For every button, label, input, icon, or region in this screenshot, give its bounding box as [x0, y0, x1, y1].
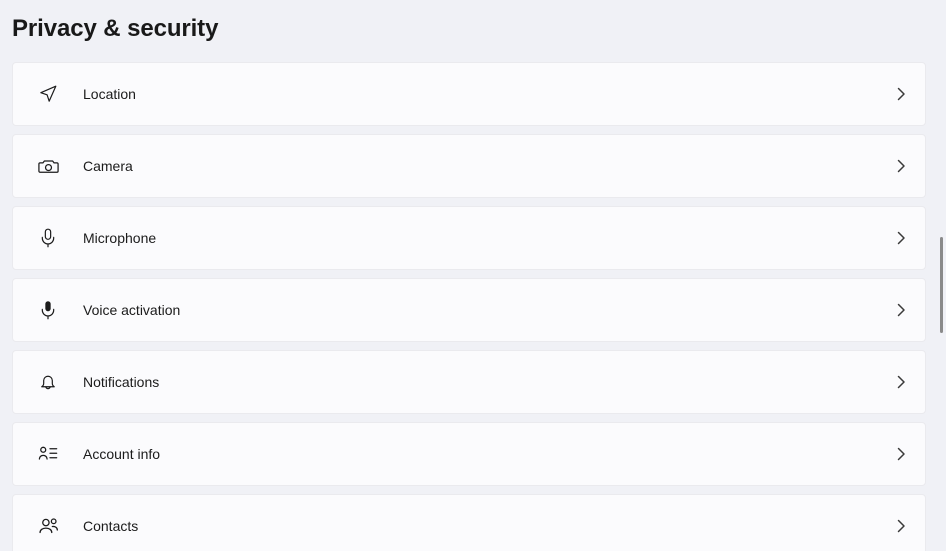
- setting-item-label: Camera: [83, 158, 133, 174]
- setting-item-account-info[interactable]: Account info: [12, 422, 926, 486]
- voice-activation-icon: [30, 292, 66, 328]
- chevron-right-icon[interactable]: [893, 230, 909, 246]
- chevron-right-icon[interactable]: [893, 302, 909, 318]
- microphone-icon: [30, 220, 66, 256]
- camera-icon: [30, 148, 66, 184]
- setting-item-location[interactable]: Location: [12, 62, 926, 126]
- setting-item-contacts[interactable]: Contacts: [12, 494, 926, 551]
- setting-item-camera[interactable]: Camera: [12, 134, 926, 198]
- setting-item-microphone[interactable]: Microphone: [12, 206, 926, 270]
- chevron-right-icon[interactable]: [893, 446, 909, 462]
- setting-item-label: Microphone: [83, 230, 157, 246]
- setting-item-label: Voice activation: [83, 302, 181, 318]
- bell-icon: [30, 364, 66, 400]
- location-arrow-icon: [30, 76, 66, 112]
- settings-list: Location Camera Microphone Voice activat…: [0, 62, 946, 551]
- setting-item-label: Account info: [83, 446, 161, 462]
- contacts-icon: [30, 508, 66, 544]
- setting-item-voice-activation[interactable]: Voice activation: [12, 278, 926, 342]
- page-title: Privacy & security: [12, 15, 219, 42]
- scrollbar-thumb[interactable]: [940, 237, 943, 333]
- setting-item-label: Location: [83, 86, 136, 102]
- chevron-right-icon[interactable]: [893, 518, 909, 534]
- chevron-right-icon[interactable]: [893, 374, 909, 390]
- setting-item-label: Contacts: [83, 518, 139, 534]
- setting-item-notifications[interactable]: Notifications: [12, 350, 926, 414]
- setting-item-label: Notifications: [83, 374, 160, 390]
- vertical-scrollbar[interactable]: [932, 62, 946, 551]
- chevron-right-icon[interactable]: [893, 158, 909, 174]
- chevron-right-icon[interactable]: [893, 86, 909, 102]
- account-info-icon: [30, 436, 66, 472]
- privacy-security-page: Privacy & security Location Camera Micro…: [0, 0, 946, 551]
